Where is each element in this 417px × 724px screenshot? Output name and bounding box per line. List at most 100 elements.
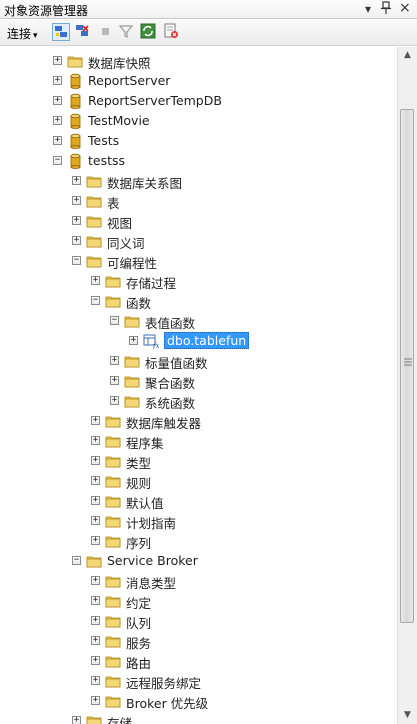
tree-node-label-selected[interactable]: dbo.tablefun <box>164 332 250 349</box>
tree-node-label[interactable]: 视图 <box>107 213 132 232</box>
tree-node[interactable]: + 远程服务绑定 <box>0 671 397 691</box>
refresh-button[interactable] <box>140 23 158 41</box>
tree-node-label[interactable]: 服务 <box>126 633 151 652</box>
tree-node-label[interactable]: 数据库快照 <box>88 53 151 72</box>
tree-node-label[interactable]: 规则 <box>126 473 151 492</box>
tree-node-label[interactable]: 路由 <box>126 653 151 672</box>
auto-hide-pin-icon[interactable] <box>380 1 392 19</box>
vertical-scrollbar[interactable]: ▲ ▼ <box>397 47 417 724</box>
tree-node[interactable]: + 同义词 <box>0 231 397 251</box>
tree-node-label[interactable]: 函数 <box>126 293 151 312</box>
tree-node[interactable]: − 可编程性 <box>0 251 397 271</box>
tree-node[interactable]: + 标量值函数 <box>0 351 397 371</box>
tree-node-label[interactable]: 系统函数 <box>145 393 195 412</box>
tree-node-label[interactable]: 数据库关系图 <box>107 173 182 192</box>
tree-node[interactable]: + 路由 <box>0 651 397 671</box>
summary-button[interactable] <box>163 23 181 41</box>
tree-node-label[interactable]: 表值函数 <box>145 313 195 332</box>
tree-node[interactable]: + 存储 <box>0 711 397 724</box>
tree-node-label[interactable]: 存储 <box>107 713 132 724</box>
tree-node[interactable]: + 服务 <box>0 631 397 651</box>
close-panel-button[interactable]: × <box>399 0 411 16</box>
expand-toggle-icon[interactable]: + <box>91 416 100 425</box>
tree-node-label[interactable]: 程序集 <box>126 433 164 452</box>
collapse-toggle-icon[interactable]: − <box>72 556 81 565</box>
tree-node[interactable]: + ReportServerTempDB <box>0 91 397 111</box>
tree-node-label[interactable]: 队列 <box>126 613 151 632</box>
tree-node-label[interactable]: 计划指南 <box>126 513 176 532</box>
tree-node[interactable]: + 数据库触发器 <box>0 411 397 431</box>
tree-node[interactable]: + 表 <box>0 191 397 211</box>
scrollbar-thumb[interactable] <box>400 109 414 623</box>
tree-node-label[interactable]: 远程服务绑定 <box>126 673 201 692</box>
scroll-down-arrow-icon[interactable]: ▼ <box>398 707 417 724</box>
tree-node[interactable]: + 系统函数 <box>0 391 397 411</box>
tree-node[interactable]: + 计划指南 <box>0 511 397 531</box>
tree-node[interactable]: + 数据库关系图 <box>0 171 397 191</box>
expand-toggle-icon[interactable]: + <box>91 656 100 665</box>
tree-node[interactable]: + 消息类型 <box>0 571 397 591</box>
tree-node-label[interactable]: 聚合函数 <box>145 373 195 392</box>
expand-toggle-icon[interactable]: + <box>53 56 62 65</box>
expand-toggle-icon[interactable]: + <box>53 76 62 85</box>
tree-node-label[interactable]: 默认值 <box>126 493 164 512</box>
expand-toggle-icon[interactable]: + <box>91 496 100 505</box>
tree-node[interactable]: + 序列 <box>0 531 397 551</box>
tree-node-label[interactable]: 标量值函数 <box>145 353 208 372</box>
connect-dropdown-button[interactable]: 连接 ▾ <box>7 25 38 42</box>
expand-toggle-icon[interactable]: + <box>91 696 100 705</box>
tree-node[interactable]: − testss <box>0 151 397 171</box>
tree-node[interactable]: + 数据库快照 <box>0 51 397 71</box>
expand-toggle-icon[interactable]: + <box>53 136 62 145</box>
filter-button[interactable] <box>118 23 136 41</box>
collapse-toggle-icon[interactable]: − <box>72 256 81 265</box>
tree-node-label[interactable]: testss <box>88 153 125 168</box>
collapse-toggle-icon[interactable]: − <box>53 156 62 165</box>
tree-node[interactable]: + 程序集 <box>0 431 397 451</box>
tree-node-label[interactable]: 消息类型 <box>126 573 176 592</box>
tree-node[interactable]: + ReportServer <box>0 71 397 91</box>
object-explorer-tree[interactable]: + 数据库快照 + ReportServer + ReportServerTempDB + T… <box>0 47 397 724</box>
expand-toggle-icon[interactable]: + <box>72 176 81 185</box>
expand-toggle-icon[interactable]: + <box>129 336 138 345</box>
tree-node[interactable]: + TestMovie <box>0 111 397 131</box>
tree-node-label[interactable]: Service Broker <box>107 553 198 568</box>
tree-node-label[interactable]: 表 <box>107 193 120 212</box>
expand-toggle-icon[interactable]: + <box>110 396 119 405</box>
tree-node-label[interactable]: 数据库触发器 <box>126 413 201 432</box>
stop-button[interactable] <box>97 23 115 41</box>
collapse-toggle-icon[interactable]: − <box>91 296 100 305</box>
expand-toggle-icon[interactable]: + <box>53 116 62 125</box>
tree-node[interactable]: + 存储过程 <box>0 271 397 291</box>
tree-node-label[interactable]: 序列 <box>126 533 151 552</box>
tree-node[interactable]: + 规则 <box>0 471 397 491</box>
tree-node[interactable]: + Tests <box>0 131 397 151</box>
tree-node-label[interactable]: 同义词 <box>107 233 145 252</box>
expand-toggle-icon[interactable]: + <box>91 596 100 605</box>
expand-toggle-icon[interactable]: + <box>110 356 119 365</box>
tree-node[interactable]: + 类型 <box>0 451 397 471</box>
expand-toggle-icon[interactable]: + <box>91 436 100 445</box>
disconnect-button[interactable] <box>74 23 92 41</box>
tree-node-label[interactable]: ReportServer <box>88 73 170 88</box>
tree-node[interactable]: − 表值函数 <box>0 311 397 331</box>
tree-node-label[interactable]: 存储过程 <box>126 273 176 292</box>
expand-toggle-icon[interactable]: + <box>72 216 81 225</box>
expand-toggle-icon[interactable]: + <box>72 716 81 724</box>
collapse-toggle-icon[interactable]: − <box>110 316 119 325</box>
expand-toggle-icon[interactable]: + <box>110 376 119 385</box>
tree-node[interactable]: + 约定 <box>0 591 397 611</box>
connect-object-explorer-button[interactable] <box>52 23 70 41</box>
expand-toggle-icon[interactable]: + <box>91 576 100 585</box>
scroll-up-arrow-icon[interactable]: ▲ <box>398 47 417 64</box>
expand-toggle-icon[interactable]: + <box>91 456 100 465</box>
tree-node-label[interactable]: 可编程性 <box>107 253 157 272</box>
tree-node-label[interactable]: ReportServerTempDB <box>88 93 222 108</box>
expand-toggle-icon[interactable]: + <box>91 636 100 645</box>
expand-toggle-icon[interactable]: + <box>72 196 81 205</box>
tree-node-label[interactable]: Broker 优先级 <box>126 693 208 712</box>
tree-node[interactable]: + Broker 优先级 <box>0 691 397 711</box>
expand-toggle-icon[interactable]: + <box>91 616 100 625</box>
expand-toggle-icon[interactable]: + <box>91 476 100 485</box>
expand-toggle-icon[interactable]: + <box>91 276 100 285</box>
